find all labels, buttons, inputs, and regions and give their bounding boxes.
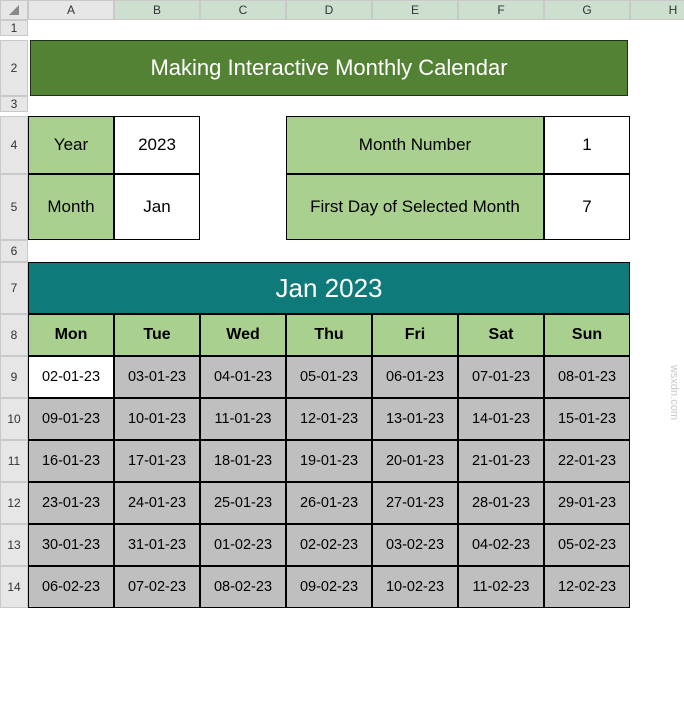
- calendar-cell[interactable]: 21-01-23: [458, 440, 544, 482]
- row-header-13[interactable]: 13: [0, 524, 28, 566]
- calendar-cell[interactable]: 02-02-23: [286, 524, 372, 566]
- calendar-cell[interactable]: 12-01-23: [286, 398, 372, 440]
- row-header-12[interactable]: 12: [0, 482, 28, 524]
- month-number-value[interactable]: 1: [544, 116, 630, 174]
- calendar-cell[interactable]: 19-01-23: [286, 440, 372, 482]
- col-header-E[interactable]: E: [372, 0, 458, 20]
- calendar-cell[interactable]: 05-02-23: [544, 524, 630, 566]
- row-header-7[interactable]: 7: [0, 262, 28, 314]
- calendar-cell[interactable]: 12-02-23: [544, 566, 630, 608]
- calendar-cell[interactable]: 06-01-23: [372, 356, 458, 398]
- calendar-cell[interactable]: 30-01-23: [28, 524, 114, 566]
- calendar-cell[interactable]: 25-01-23: [200, 482, 286, 524]
- calendar-cell[interactable]: 15-01-23: [544, 398, 630, 440]
- row-header-14[interactable]: 14: [0, 566, 28, 608]
- calendar-cell[interactable]: 11-01-23: [200, 398, 286, 440]
- row-header-2[interactable]: 2: [0, 40, 28, 96]
- watermark: wsxdn.com: [668, 365, 680, 420]
- row-header-5[interactable]: 5: [0, 174, 28, 240]
- calendar-cell[interactable]: 07-02-23: [114, 566, 200, 608]
- row-header-6[interactable]: 6: [0, 240, 28, 262]
- calendar-cell[interactable]: 23-01-23: [28, 482, 114, 524]
- calendar-title: Jan 2023: [28, 262, 630, 314]
- calendar-cell[interactable]: 02-01-23: [28, 356, 114, 398]
- calendar-cell[interactable]: 06-02-23: [28, 566, 114, 608]
- day-header-tue: Tue: [114, 314, 200, 356]
- row-header-10[interactable]: 10: [0, 398, 28, 440]
- row-header-1[interactable]: 1: [0, 20, 28, 36]
- calendar-cell[interactable]: 03-02-23: [372, 524, 458, 566]
- col-header-A[interactable]: A: [28, 0, 114, 20]
- calendar-cell[interactable]: 10-02-23: [372, 566, 458, 608]
- row-header-3[interactable]: 3: [0, 96, 28, 112]
- calendar-cell[interactable]: 01-02-23: [200, 524, 286, 566]
- day-header-fri: Fri: [372, 314, 458, 356]
- day-header-sat: Sat: [458, 314, 544, 356]
- calendar-cell[interactable]: 17-01-23: [114, 440, 200, 482]
- page-title: Making Interactive Monthly Calendar: [30, 40, 628, 96]
- day-header-wed: Wed: [200, 314, 286, 356]
- calendar-cell[interactable]: 03-01-23: [114, 356, 200, 398]
- calendar-cell[interactable]: 27-01-23: [372, 482, 458, 524]
- calendar-cell[interactable]: 09-01-23: [28, 398, 114, 440]
- month-value[interactable]: Jan: [114, 174, 200, 240]
- calendar-cell[interactable]: 04-01-23: [200, 356, 286, 398]
- day-header-sun: Sun: [544, 314, 630, 356]
- year-value[interactable]: 2023: [114, 116, 200, 174]
- calendar-cell[interactable]: 22-01-23: [544, 440, 630, 482]
- calendar-cell[interactable]: 09-02-23: [286, 566, 372, 608]
- day-header-thu: Thu: [286, 314, 372, 356]
- col-header-F[interactable]: F: [458, 0, 544, 20]
- calendar-cell[interactable]: 04-02-23: [458, 524, 544, 566]
- calendar-cell[interactable]: 10-01-23: [114, 398, 200, 440]
- calendar-cell[interactable]: 18-01-23: [200, 440, 286, 482]
- calendar-cell[interactable]: 20-01-23: [372, 440, 458, 482]
- month-number-label: Month Number: [286, 116, 544, 174]
- col-header-G[interactable]: G: [544, 0, 630, 20]
- col-header-C[interactable]: C: [200, 0, 286, 20]
- calendar-cell[interactable]: 08-02-23: [200, 566, 286, 608]
- day-header-mon: Mon: [28, 314, 114, 356]
- calendar-cell[interactable]: 08-01-23: [544, 356, 630, 398]
- calendar-cell[interactable]: 28-01-23: [458, 482, 544, 524]
- calendar-cell[interactable]: 29-01-23: [544, 482, 630, 524]
- calendar-cell[interactable]: 13-01-23: [372, 398, 458, 440]
- calendar-cell[interactable]: 16-01-23: [28, 440, 114, 482]
- row-header-4[interactable]: 4: [0, 116, 28, 174]
- select-all-corner[interactable]: [0, 0, 28, 20]
- calendar-cell[interactable]: 26-01-23: [286, 482, 372, 524]
- row-header-11[interactable]: 11: [0, 440, 28, 482]
- calendar-cell[interactable]: 11-02-23: [458, 566, 544, 608]
- col-header-B[interactable]: B: [114, 0, 200, 20]
- calendar-cell[interactable]: 05-01-23: [286, 356, 372, 398]
- row-header-9[interactable]: 9: [0, 356, 28, 398]
- year-label: Year: [28, 116, 114, 174]
- row-header-8[interactable]: 8: [0, 314, 28, 356]
- calendar-cell[interactable]: 07-01-23: [458, 356, 544, 398]
- col-header-D[interactable]: D: [286, 0, 372, 20]
- col-header-H[interactable]: H: [630, 0, 684, 20]
- calendar-cell[interactable]: 31-01-23: [114, 524, 200, 566]
- first-day-label: First Day of Selected Month: [286, 174, 544, 240]
- spreadsheet-grid: A B C D E F G H 1 2 Making Interactive M…: [0, 0, 684, 608]
- calendar-cell[interactable]: 24-01-23: [114, 482, 200, 524]
- first-day-value[interactable]: 7: [544, 174, 630, 240]
- calendar-cell[interactable]: 14-01-23: [458, 398, 544, 440]
- month-label: Month: [28, 174, 114, 240]
